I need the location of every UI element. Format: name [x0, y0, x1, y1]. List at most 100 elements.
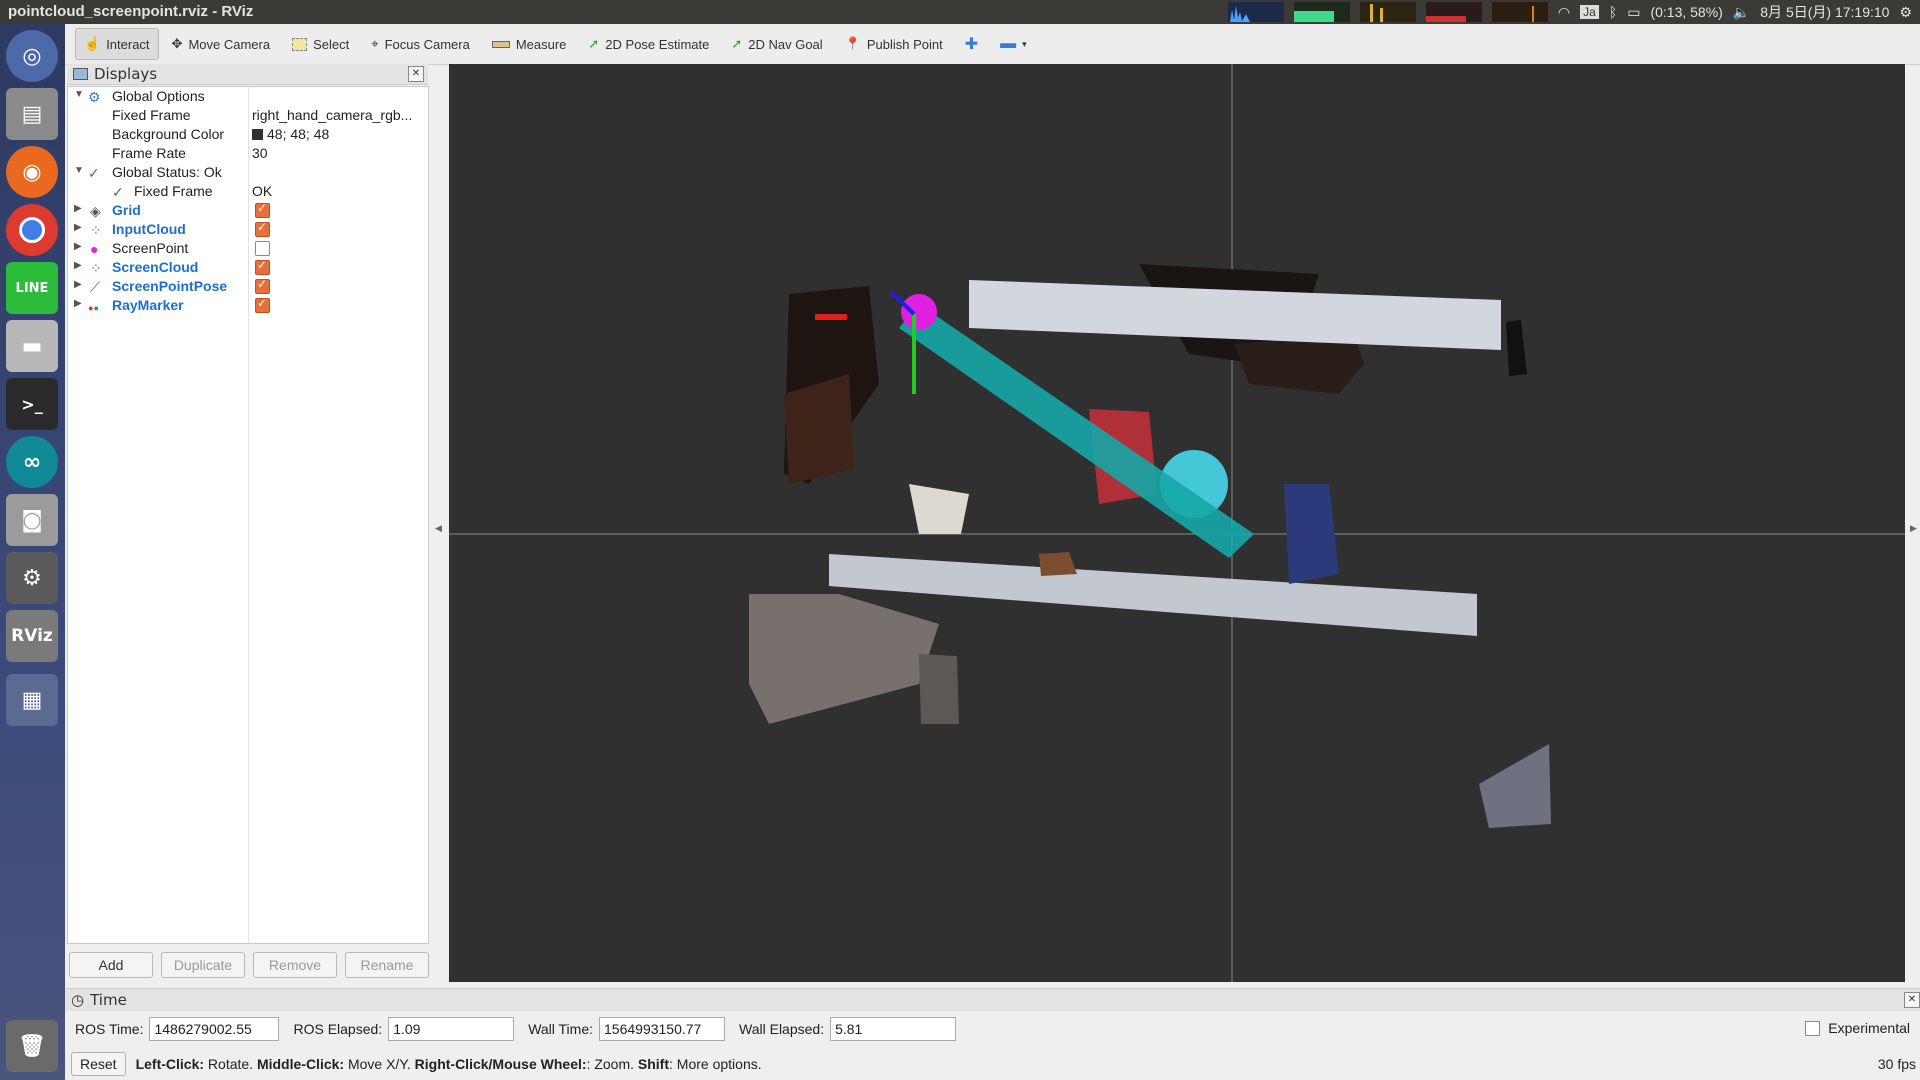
tree-row-screenpointpose[interactable]: ▶ ⟋ ScreenPointPose	[68, 277, 426, 296]
arduino-icon[interactable]: ∞	[6, 436, 58, 488]
status-fixed-frame-label: Fixed Frame	[134, 183, 213, 199]
experimental-toggle[interactable]: Experimental	[1805, 1020, 1910, 1036]
tree-row-raymarker[interactable]: ▶ ●● RayMarker	[68, 296, 426, 315]
tree-row-status-fixed-frame[interactable]: ✓ Fixed Frame OK	[68, 182, 426, 201]
tree-row-grid[interactable]: ▶ ◈ Grid	[68, 201, 426, 220]
expand-icon[interactable]: ▼	[74, 89, 84, 100]
screenpoint-checkbox[interactable]	[255, 241, 270, 256]
grid-checkbox[interactable]	[255, 201, 270, 218]
pointcloud-icon: ⁘	[90, 222, 102, 238]
close-icon[interactable]: ✕	[1904, 992, 1920, 1008]
frame-rate-label: Frame Rate	[112, 145, 186, 161]
rviz-icon[interactable]: RViz	[6, 610, 58, 662]
global-options-label: Global Options	[112, 88, 205, 104]
reset-button[interactable]: Reset	[71, 1052, 126, 1076]
experimental-checkbox[interactable]	[1805, 1020, 1821, 1036]
experimental-label: Experimental	[1828, 1020, 1910, 1036]
ruler-icon	[491, 40, 510, 48]
displays-title: Displays	[94, 65, 158, 83]
terminal-icon[interactable]: >_	[6, 378, 58, 430]
interact-button[interactable]: ☝ Interact	[75, 28, 159, 60]
raymarker-checkbox[interactable]	[255, 296, 270, 313]
frame-rate-value[interactable]: 30	[252, 145, 268, 161]
rename-button[interactable]: Rename	[345, 952, 429, 978]
expand-icon[interactable]: ▶	[74, 298, 82, 309]
screencloud-label: ScreenCloud	[112, 259, 199, 275]
battery-icon[interactable]: ▭	[1627, 4, 1640, 21]
expand-icon[interactable]: ▶	[74, 241, 82, 252]
screenpointpose-checkbox[interactable]	[255, 277, 270, 294]
clock[interactable]: 8月 5日(月) 17:19:10	[1760, 2, 1889, 22]
tree-row-fixed-frame[interactable]: Fixed Frame right_hand_camera_rgb...	[68, 106, 426, 125]
wall-elapsed-field[interactable]: 5.81	[830, 1017, 957, 1041]
fixed-frame-value[interactable]: right_hand_camera_rgb...	[252, 107, 412, 123]
ubuntu-icon[interactable]: ◎	[6, 30, 58, 82]
inputcloud-checkbox[interactable]	[255, 220, 270, 237]
firefox-icon[interactable]: ◉	[6, 146, 58, 198]
volume-icon[interactable]: 🔈	[1733, 4, 1750, 21]
screencloud-checkbox[interactable]	[255, 258, 270, 275]
ros-elapsed-field[interactable]: 1.09	[388, 1017, 515, 1041]
grid-label: Grid	[112, 202, 141, 218]
time-title: Time	[90, 991, 127, 1009]
load-monitor-icon[interactable]	[1491, 2, 1548, 22]
focus-camera-button[interactable]: ⌖ Focus Camera	[362, 28, 479, 60]
add-tool-button[interactable]: ✚	[956, 28, 987, 60]
cpu-load-icon[interactable]	[1425, 2, 1482, 22]
tree-row-screencloud[interactable]: ▶ ⁘ ScreenCloud	[68, 258, 426, 277]
expand-icon[interactable]: ▼	[74, 165, 84, 176]
focus-camera-label: Focus Camera	[384, 36, 470, 52]
add-button[interactable]: Add	[69, 952, 153, 978]
tree-row-global-status[interactable]: ▼ ✓ Global Status: Ok	[68, 163, 426, 182]
toolbar: ☝ Interact ✥ Move Camera Select ⌖ Focus …	[65, 24, 1920, 65]
tree-row-global-options[interactable]: ▼ ⚙ Global Options	[68, 87, 426, 106]
tree-row-screenpoint[interactable]: ▶ ● ScreenPoint	[68, 239, 426, 258]
chrome-icon[interactable]	[6, 204, 58, 256]
network-monitor-icon[interactable]	[1359, 2, 1416, 22]
tree-row-background-color[interactable]: Background Color 48; 48; 48	[68, 125, 426, 144]
line-icon[interactable]: LINE	[6, 262, 58, 314]
remove-tool-button[interactable]: ▬ ▾	[991, 28, 1036, 60]
battery-text[interactable]: (0:13, 58%)	[1650, 4, 1722, 20]
top-panel: pointcloud_screenpoint.rviz - RViz ◠ Ja …	[0, 0, 1920, 24]
raymarker-label: RayMarker	[112, 297, 184, 313]
tree-row-inputcloud[interactable]: ▶ ⁘ InputCloud	[68, 220, 426, 239]
expand-icon[interactable]: ▶	[74, 222, 82, 233]
pose-estimate-button[interactable]: ➚ 2D Pose Estimate	[579, 28, 718, 60]
move-camera-button[interactable]: ✥ Move Camera	[163, 28, 280, 60]
nav-goal-button[interactable]: ➚ 2D Nav Goal	[722, 28, 831, 60]
camera-icon[interactable]: ◙	[6, 494, 58, 546]
disk-icon[interactable]: ▬	[6, 320, 58, 372]
splitter-right-icon[interactable]: ▶	[1910, 524, 1917, 534]
expand-icon[interactable]: ▶	[74, 203, 82, 214]
expand-icon[interactable]: ▶	[74, 260, 82, 271]
files-icon[interactable]: ▤	[6, 88, 58, 140]
pointcloud-render	[449, 64, 1905, 982]
bluetooth-icon[interactable]: ᛒ	[1609, 4, 1617, 20]
wall-time-field[interactable]: 1564993150.77	[599, 1017, 726, 1041]
remove-button[interactable]: Remove	[253, 952, 337, 978]
system-monitor-icon[interactable]	[1227, 2, 1284, 22]
measure-label: Measure	[515, 36, 567, 52]
tree-row-frame-rate[interactable]: Frame Rate 30	[68, 144, 426, 163]
color-swatch	[252, 129, 263, 140]
workspace-icon[interactable]: ▦	[6, 674, 58, 726]
lang-indicator[interactable]: Ja	[1580, 5, 1599, 19]
status-help: Left-Click: Rotate. Middle-Click: Move X…	[135, 1056, 762, 1072]
expand-icon[interactable]: ▶	[74, 279, 82, 290]
ros-time-field[interactable]: 1486279002.55	[149, 1017, 280, 1041]
bg-color-value[interactable]: 48; 48; 48	[252, 126, 329, 142]
render-view[interactable]	[449, 64, 1905, 982]
publish-point-label: Publish Point	[866, 36, 943, 52]
trash-icon[interactable]: 🗑	[6, 1020, 58, 1072]
splitter-left-icon[interactable]: ◀	[435, 524, 442, 534]
close-icon[interactable]: ✕	[408, 66, 424, 82]
duplicate-button[interactable]: Duplicate	[161, 952, 245, 978]
memory-monitor-icon[interactable]	[1293, 2, 1350, 22]
measure-button[interactable]: Measure	[483, 28, 576, 60]
wifi-icon[interactable]: ◠	[1558, 4, 1570, 21]
gear-icon[interactable]: ⚙	[1899, 4, 1912, 21]
select-button[interactable]: Select	[283, 28, 358, 60]
settings-icon[interactable]: ⚙	[6, 552, 58, 604]
publish-point-button[interactable]: 📍 Publish Point	[836, 28, 952, 60]
